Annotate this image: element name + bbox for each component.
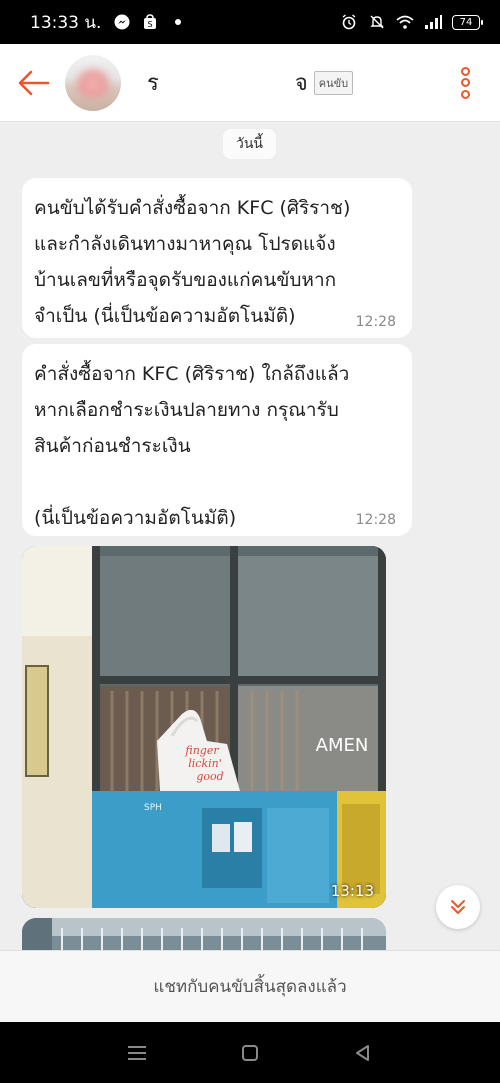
message-bubble[interactable]: คำสั่งซื้อจาก KFC (ศิริราช) ใกล้ถึงแล้ว …	[22, 344, 412, 536]
status-system-icons: 74	[340, 13, 483, 31]
sign-text: AMEN	[316, 735, 369, 756]
chat-ended-text: แชทกับคนขับสิ้นสุดลงแล้ว	[153, 977, 347, 997]
double-chevron-down-icon	[451, 900, 465, 914]
wifi-icon	[396, 13, 414, 31]
more-options-button[interactable]	[454, 63, 476, 103]
messenger-icon	[113, 13, 131, 31]
battery-level: 74	[459, 16, 473, 28]
arrow-left-icon	[18, 70, 50, 95]
message-time: 12:28	[355, 512, 396, 528]
shelf-brand-text: SPH	[144, 803, 162, 813]
triangle-back-icon	[356, 1044, 370, 1061]
driver-name-suffix: จ	[294, 71, 308, 96]
alarm-icon	[340, 13, 358, 31]
driver-avatar[interactable]	[65, 54, 121, 111]
recent-apps-button[interactable]	[123, 1039, 151, 1067]
more-dot-icon	[460, 89, 470, 99]
system-navigation-bar	[0, 1022, 500, 1083]
bag-text: finger	[184, 744, 219, 757]
status-bar: 13:33 น. S 74	[0, 0, 500, 44]
driver-name: ร	[147, 71, 159, 96]
status-time: 13:33 น.	[30, 12, 102, 33]
message-text: คนขับได้รับคำสั่งซื้อจาก KFC (ศิริราช) แ…	[34, 197, 351, 327]
back-button[interactable]	[17, 66, 51, 100]
shopping-icon: S	[141, 13, 159, 31]
signal-icon	[424, 13, 442, 31]
menu-icon	[127, 1045, 146, 1060]
photo-time: 13:13	[330, 882, 374, 900]
more-dot-icon	[460, 78, 470, 87]
back-nav-button[interactable]	[349, 1039, 377, 1067]
battery-icon: 74	[452, 14, 483, 30]
bag-text: lickin'	[188, 757, 222, 770]
message-time: 12:28	[355, 314, 396, 330]
home-square-icon	[241, 1044, 258, 1061]
svg-text:S: S	[148, 20, 153, 29]
delivery-photo: AMEN SPH finger lickin' good	[22, 546, 386, 908]
chat-thread[interactable]: วันนี้ คนขับได้รับคำสั่งซื้อจาก KFC (ศิร…	[0, 122, 500, 950]
message-bubble[interactable]: คนขับได้รับคำสั่งซื้อจาก KFC (ศิริราช) แ…	[22, 178, 412, 338]
chat-ended-bar: แชทกับคนขับสิ้นสุดลงแล้ว	[0, 950, 500, 1022]
role-tag: คนขับ	[313, 70, 354, 95]
home-button[interactable]	[236, 1039, 264, 1067]
photo-message[interactable]: AMEN SPH finger lickin' good 13:13	[22, 546, 386, 908]
dot-icon	[169, 13, 187, 31]
status-notification-icons: S	[113, 13, 187, 31]
mute-icon	[368, 13, 386, 31]
scroll-to-bottom-button[interactable]	[436, 885, 480, 929]
message-text: คำสั่งซื้อจาก KFC (ศิริราช) ใกล้ถึงแล้ว …	[34, 363, 350, 529]
photo-message[interactable]	[22, 918, 386, 950]
delivery-photo	[22, 918, 386, 950]
more-dot-icon	[460, 66, 470, 76]
chat-header: ร จ คนขับ	[0, 44, 500, 122]
date-separator: วันนี้	[223, 129, 276, 159]
bag-text: good	[196, 770, 223, 783]
